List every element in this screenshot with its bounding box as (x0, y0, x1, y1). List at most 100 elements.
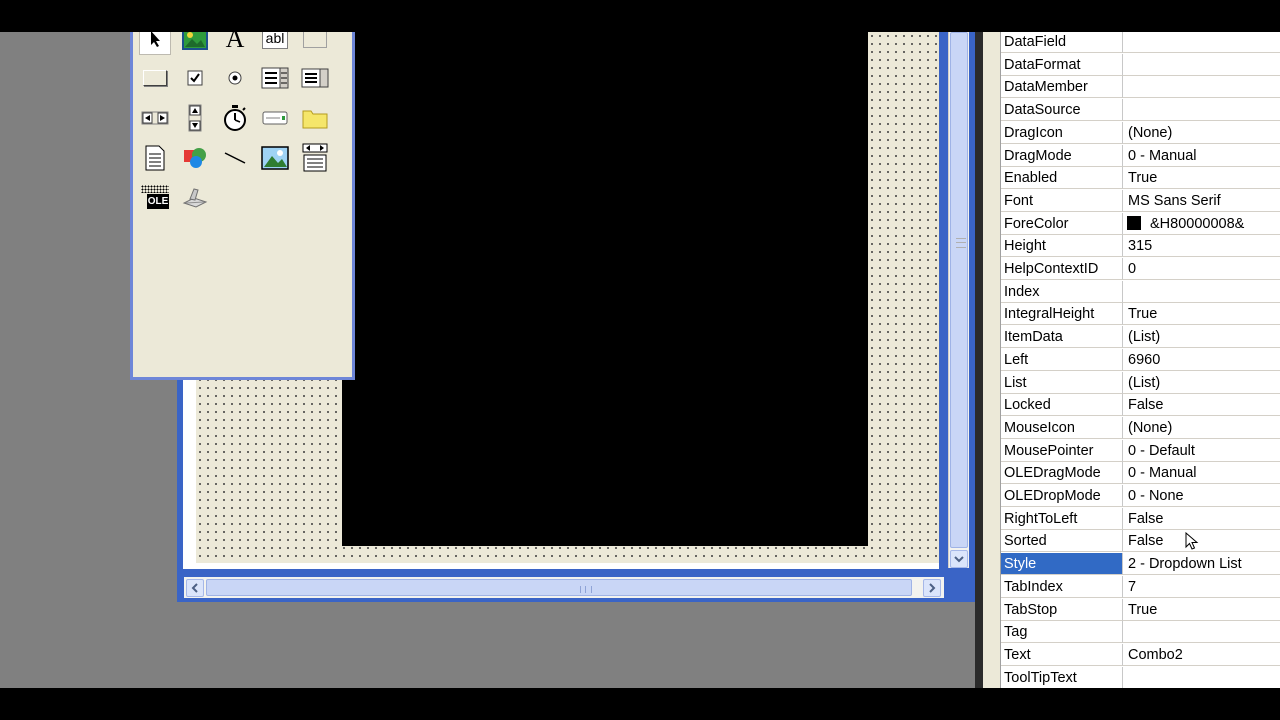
vertical-scroll-thumb[interactable] (950, 32, 968, 548)
tool-hscrollbar[interactable] (139, 102, 171, 134)
property-row[interactable]: DataFormat (1001, 53, 1280, 77)
property-name[interactable]: ItemData (1001, 326, 1123, 349)
scroll-right-button[interactable] (923, 579, 941, 597)
property-value[interactable]: True (1123, 598, 1280, 621)
scroll-down-button[interactable] (950, 550, 968, 568)
property-row[interactable]: MouseIcon (None) (1001, 416, 1280, 440)
property-row[interactable]: RightToLeft False (1001, 507, 1280, 531)
property-row[interactable]: Index (1001, 280, 1280, 304)
property-name[interactable]: Tag (1001, 621, 1123, 644)
property-value[interactable] (1123, 666, 1280, 688)
tool-dirlistbox[interactable] (299, 102, 331, 134)
property-value[interactable]: 0 - Manual (1123, 462, 1280, 485)
property-name[interactable]: DataFormat (1001, 53, 1123, 76)
property-value[interactable]: 0 (1123, 258, 1280, 280)
property-value[interactable]: 315 (1123, 235, 1280, 258)
property-name[interactable]: Enabled (1001, 167, 1123, 190)
designer-horizontal-scrollbar[interactable] (184, 577, 944, 598)
property-row[interactable]: Tag (1001, 621, 1280, 644)
tool-textbox[interactable]: abl (259, 32, 291, 55)
tool-ole[interactable]: OLE (139, 182, 171, 214)
property-row[interactable]: Enabled True (1001, 167, 1280, 190)
tool-data[interactable] (299, 142, 331, 174)
property-value[interactable]: Combo2 (1123, 643, 1280, 666)
property-value[interactable]: 0 - Default (1123, 439, 1280, 462)
property-name[interactable]: Sorted (1001, 530, 1123, 553)
property-name[interactable]: MousePointer (1001, 439, 1123, 462)
property-row[interactable]: IntegralHeight True (1001, 303, 1280, 326)
property-value[interactable]: True (1123, 167, 1280, 190)
property-name[interactable]: OLEDragMode (1001, 462, 1123, 485)
property-row[interactable]: TabStop True (1001, 598, 1280, 622)
property-value[interactable]: &H80000008& (1123, 212, 1280, 235)
property-row[interactable]: Text Combo2 (1001, 643, 1280, 667)
property-row[interactable]: DragMode 0 - Manual (1001, 144, 1280, 168)
property-name[interactable]: MouseIcon (1001, 416, 1123, 439)
property-name[interactable]: Index (1001, 280, 1123, 303)
property-name[interactable]: DataSource (1001, 99, 1123, 122)
property-name[interactable]: DataField (1001, 32, 1123, 53)
tool-frame[interactable] (299, 32, 331, 55)
property-name[interactable]: Font (1001, 189, 1123, 212)
property-value[interactable]: True (1123, 303, 1280, 326)
property-row[interactable]: DragIcon (None) (1001, 121, 1280, 145)
property-name[interactable]: Text (1001, 643, 1123, 666)
property-value[interactable]: 0 - None (1123, 485, 1280, 507)
property-row[interactable]: OLEDragMode 0 - Manual (1001, 462, 1280, 485)
tool-filelistbox[interactable] (139, 142, 171, 174)
property-value[interactable]: (None) (1123, 416, 1280, 439)
tool-label[interactable]: A (219, 32, 251, 55)
property-row[interactable]: Style 2 - Dropdown List (1001, 553, 1280, 576)
tool-drivelistbox[interactable] (259, 102, 291, 134)
property-value[interactable]: False (1123, 507, 1280, 530)
designer-vertical-scrollbar[interactable] (948, 32, 969, 568)
property-name[interactable]: List (1001, 371, 1123, 394)
property-name[interactable]: OLEDropMode (1001, 485, 1123, 507)
property-row[interactable]: MousePointer 0 - Default (1001, 439, 1280, 463)
tool-checkbox[interactable] (179, 62, 211, 94)
property-value[interactable]: (List) (1123, 371, 1280, 394)
property-row[interactable]: DataSource (1001, 99, 1280, 122)
property-row[interactable]: HelpContextID 0 (1001, 258, 1280, 281)
property-name[interactable]: Locked (1001, 394, 1123, 417)
property-name[interactable]: DragMode (1001, 144, 1123, 167)
tool-vscrollbar[interactable] (179, 102, 211, 134)
property-value[interactable]: 2 - Dropdown List (1123, 553, 1280, 576)
property-value[interactable] (1123, 32, 1280, 53)
property-name[interactable]: DragIcon (1001, 121, 1123, 144)
property-name[interactable]: Height (1001, 235, 1123, 258)
property-value[interactable]: 6960 (1123, 348, 1280, 371)
property-value[interactable] (1123, 99, 1280, 122)
horizontal-scroll-thumb[interactable] (206, 579, 912, 596)
tool-image[interactable] (259, 142, 291, 174)
property-value[interactable] (1123, 53, 1280, 76)
property-row[interactable]: ForeColor &H80000008& (1001, 212, 1280, 236)
property-value[interactable]: 0 - Manual (1123, 144, 1280, 167)
property-value[interactable] (1123, 280, 1280, 303)
property-row[interactable]: Font MS Sans Serif (1001, 189, 1280, 213)
property-row[interactable]: Height 315 (1001, 235, 1280, 258)
property-name[interactable]: ForeColor (1001, 212, 1123, 235)
property-row[interactable]: ItemData (List) (1001, 326, 1280, 349)
property-name[interactable]: TabIndex (1001, 575, 1123, 598)
property-row[interactable]: Sorted False (1001, 530, 1280, 553)
tool-pointer[interactable] (139, 32, 171, 55)
property-name[interactable]: ToolTipText (1001, 666, 1123, 688)
selected-control-combo2[interactable] (342, 32, 868, 546)
tool-optionbutton[interactable] (219, 62, 251, 94)
tool-picturebox[interactable] (179, 32, 211, 55)
property-row[interactable]: ToolTipText (1001, 666, 1280, 688)
scroll-left-button[interactable] (186, 579, 204, 597)
property-name[interactable]: IntegralHeight (1001, 303, 1123, 326)
property-row[interactable]: Locked False (1001, 394, 1280, 417)
property-value[interactable] (1123, 76, 1280, 99)
tool-commandbutton[interactable] (139, 62, 171, 94)
property-value[interactable]: (List) (1123, 326, 1280, 349)
property-row[interactable]: OLEDropMode 0 - None (1001, 485, 1280, 508)
property-row[interactable]: DataField (1001, 32, 1280, 54)
property-row[interactable]: TabIndex 7 (1001, 575, 1280, 599)
property-name[interactable]: HelpContextID (1001, 258, 1123, 280)
property-row[interactable]: List (List) (1001, 371, 1280, 395)
property-name[interactable]: DataMember (1001, 76, 1123, 99)
property-value[interactable]: False (1123, 530, 1280, 553)
